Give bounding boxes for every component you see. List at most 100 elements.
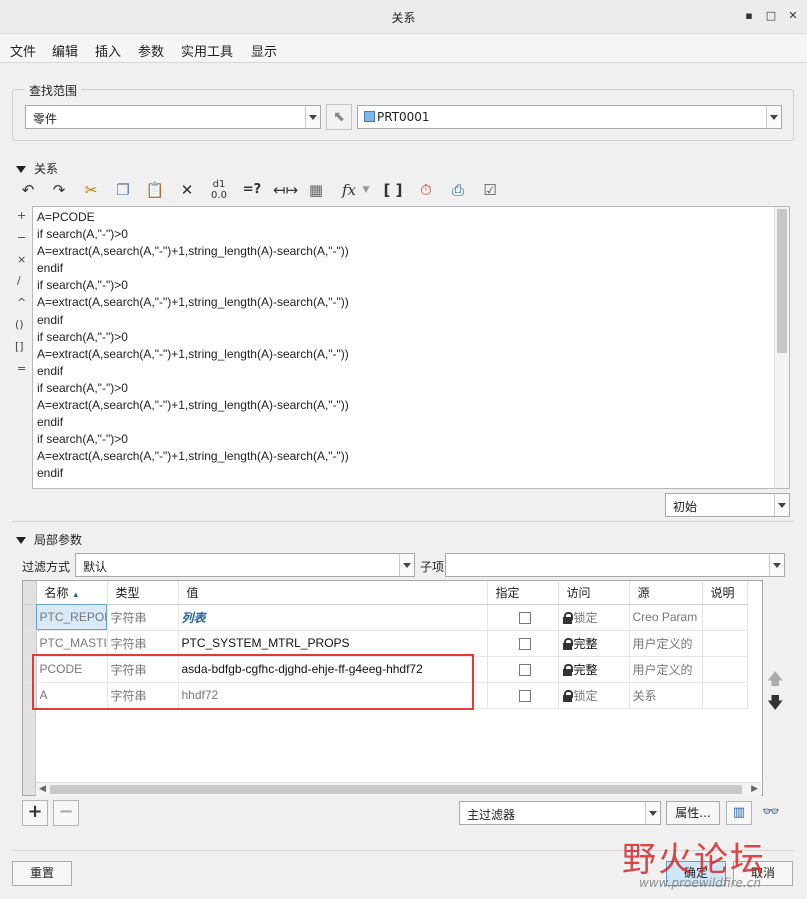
delete-icon[interactable]: ✕ [176, 179, 198, 201]
insert-parentheses-symbol[interactable]: () [15, 318, 24, 331]
designate-checkbox[interactable] [518, 611, 531, 624]
close-icon[interactable]: ✕ [786, 9, 800, 22]
maximize-icon[interactable]: □ [764, 9, 778, 22]
function-icon[interactable]: fx [338, 179, 360, 201]
scroll-right-icon[interactable]: ▶ [751, 784, 758, 794]
chevron-down-icon[interactable] [305, 106, 320, 128]
paste-icon[interactable]: 📋 [144, 179, 166, 201]
evaluate-icon[interactable]: =? [241, 179, 263, 201]
column-header-access[interactable]: 访问 [558, 581, 630, 605]
scrollbar-thumb[interactable] [50, 785, 742, 794]
check-list-icon[interactable]: ☑ [479, 179, 501, 201]
relations-section-header[interactable]: 关系 [16, 160, 58, 177]
column-header-description[interactable]: 说明 [702, 581, 748, 605]
column-header-source[interactable]: 源 [629, 581, 703, 605]
measure-icon[interactable]: ↤↦ [273, 179, 298, 201]
insert-brackets-symbol[interactable]: [] [15, 340, 24, 353]
chevron-down-icon[interactable] [774, 494, 789, 516]
cell-designate[interactable] [487, 630, 559, 657]
move-up-icon[interactable]: 🡅 [767, 668, 783, 695]
menu-insert[interactable]: 插入 [95, 41, 121, 60]
insert-plus-symbol[interactable]: + [17, 209, 26, 222]
scope-type-select[interactable]: 零件 [25, 105, 321, 129]
sub-item-select[interactable] [445, 553, 785, 577]
move-down-icon[interactable]: 🡇 [767, 692, 783, 719]
cell-source[interactable]: 用户定义的 [629, 630, 703, 657]
cell-access[interactable]: 锁定 [558, 604, 630, 631]
cut-icon[interactable]: ✂ [80, 179, 102, 201]
row-header[interactable] [23, 604, 37, 631]
column-header-name[interactable]: 名称 ▲ [36, 581, 108, 605]
sort-relations-icon[interactable]: ⏱ [415, 179, 437, 201]
cell-type[interactable]: 字符串 [107, 604, 179, 631]
insert-divide-symbol[interactable]: / [17, 274, 21, 287]
cell-source[interactable]: Creo Param [629, 604, 703, 631]
filter-select[interactable]: 默认 [75, 553, 415, 577]
chevron-down-icon[interactable] [769, 554, 784, 576]
insert-minus-symbol[interactable]: − [17, 231, 26, 244]
initial-select[interactable]: 初始 [665, 493, 790, 517]
menu-parameters[interactable]: 参数 [138, 41, 164, 60]
cell-description[interactable] [702, 656, 748, 683]
designate-checkbox[interactable] [518, 663, 531, 676]
designate-checkbox[interactable] [518, 637, 531, 650]
remove-parameter-button[interactable]: − [53, 800, 79, 826]
insert-power-symbol[interactable]: ^ [17, 296, 26, 309]
cell-name[interactable]: PTC_MASTI [36, 630, 108, 657]
cell-name[interactable]: PTC_REPOI [36, 604, 108, 631]
menu-utilities[interactable]: 实用工具 [181, 41, 233, 60]
table-row[interactable]: PTC_REPOI 字符串 列表 锁定 Creo Param [23, 604, 748, 631]
cell-source[interactable]: 关系 [629, 682, 703, 709]
cell-source[interactable]: 用户定义的 [629, 656, 703, 683]
insert-multiply-symbol[interactable]: × [17, 253, 26, 266]
table-horizontal-scrollbar[interactable]: ◀ ▶ [36, 782, 761, 796]
properties-button[interactable]: 属性... [666, 801, 720, 825]
redo-icon[interactable]: ↷ [48, 179, 70, 201]
row-header[interactable] [23, 630, 37, 657]
table-columns-icon[interactable]: ▥ [726, 801, 752, 825]
editor-scrollbar[interactable] [774, 207, 789, 488]
cell-access[interactable]: 锁定 [558, 682, 630, 709]
menu-file[interactable]: 文件 [10, 41, 36, 60]
scrollbar-thumb[interactable] [777, 209, 787, 353]
chevron-down-icon[interactable] [399, 554, 414, 576]
cell-access[interactable]: 完整 [558, 630, 630, 657]
cell-description[interactable] [702, 604, 748, 631]
column-header-designate[interactable]: 指定 [487, 581, 559, 605]
cell-designate[interactable] [487, 604, 559, 631]
cell-value[interactable]: PTC_SYSTEM_MTRL_PROPS [178, 630, 488, 657]
cell-designate[interactable] [487, 682, 559, 709]
chevron-down-icon[interactable] [766, 106, 781, 128]
menu-display[interactable]: 显示 [251, 41, 277, 60]
cell-designate[interactable] [487, 656, 559, 683]
local-params-section-header[interactable]: 局部参数 [16, 531, 82, 548]
table-row[interactable]: PTC_MASTI 字符串 PTC_SYSTEM_MTRL_PROPS 完整 用… [23, 630, 748, 657]
cell-value[interactable]: 列表 [178, 604, 488, 631]
brackets-icon[interactable]: [ ] [382, 179, 404, 201]
add-parameter-button[interactable]: + [22, 800, 48, 826]
chevron-down-icon[interactable] [645, 802, 660, 824]
undo-icon[interactable]: ↶ [17, 179, 39, 201]
relations-editor[interactable]: A=PCODE if search(A,"-")>0 A=extract(A,s… [32, 206, 790, 489]
switch-dimensions-icon[interactable]: d1 0.0 [208, 179, 230, 201]
execute-icon[interactable]: ⎙ [447, 179, 469, 201]
binoculars-icon[interactable]: 👓 [758, 801, 784, 825]
cell-access[interactable]: 完整 [558, 656, 630, 683]
scroll-left-icon[interactable]: ◀ [39, 784, 46, 794]
cell-type[interactable]: 字符串 [107, 630, 179, 657]
insert-equals-symbol[interactable]: = [17, 362, 26, 375]
cell-description[interactable] [702, 630, 748, 657]
reset-button[interactable]: 重置 [12, 861, 72, 886]
copy-icon[interactable]: ❐ [112, 179, 134, 201]
select-pointer-button[interactable]: ⬉ [326, 104, 352, 130]
column-header-type[interactable]: 类型 [107, 581, 179, 605]
designate-checkbox[interactable] [518, 689, 531, 702]
menu-edit[interactable]: 编辑 [52, 41, 78, 60]
verify-icon[interactable]: ▦ [305, 179, 327, 201]
column-header-value[interactable]: 值 [178, 581, 488, 605]
minimize-icon[interactable]: ▪ [742, 9, 756, 22]
chevron-down-icon[interactable]: ▼ [360, 179, 372, 201]
main-filter-select[interactable]: 主过滤器 [459, 801, 661, 825]
scope-model-select[interactable]: PRT0001 [357, 105, 782, 129]
cell-description[interactable] [702, 682, 748, 709]
